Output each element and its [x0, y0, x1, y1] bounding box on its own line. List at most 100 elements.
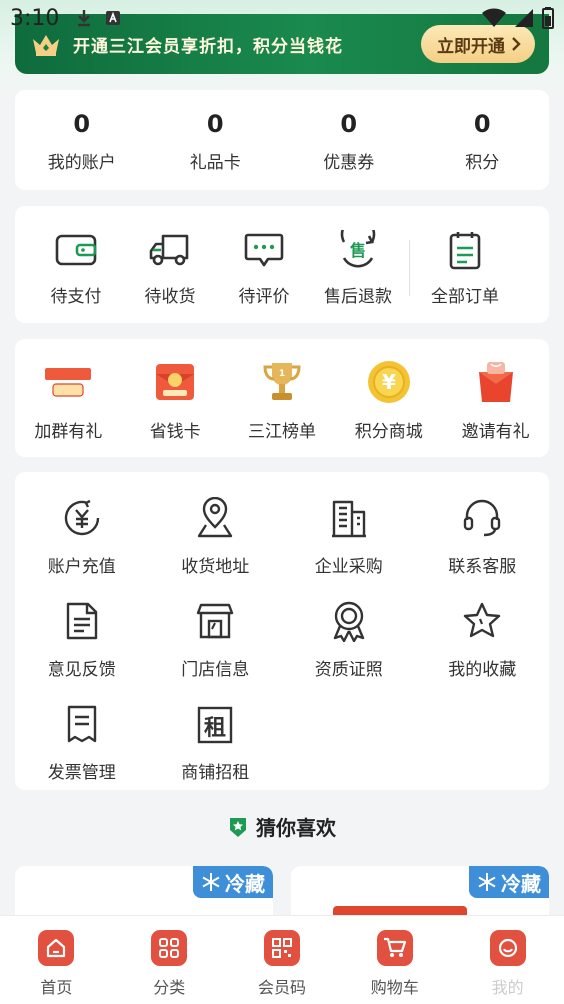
cold-storage-tag: 冷藏: [193, 866, 273, 898]
shield-star-icon: [230, 817, 246, 837]
group-gift-icon: [43, 357, 93, 407]
service-recharge[interactable]: 账户充值: [15, 496, 149, 577]
stat-value: 0: [340, 110, 358, 138]
service-qualification[interactable]: 资质证照: [282, 599, 416, 680]
tab-category[interactable]: 分类: [113, 930, 226, 1004]
rent-icon: 租: [193, 702, 237, 746]
order-pending-receipt[interactable]: 待收货: [123, 228, 217, 307]
order-label: 待支付: [50, 287, 102, 307]
truck-icon: [148, 228, 192, 272]
stat-label: 礼品卡: [189, 153, 241, 173]
svg-text:¥: ¥: [382, 370, 396, 394]
stat-gift-card[interactable]: 0 礼品卡: [149, 90, 283, 190]
tab-member-code[interactable]: 会员码: [226, 930, 339, 1004]
cold-storage-tag: 冷藏: [469, 866, 549, 898]
store-icon: [193, 599, 237, 643]
stat-label: 积分: [465, 153, 500, 173]
service-label: 企业采购: [314, 557, 383, 577]
star-icon: [460, 599, 504, 643]
cart-icon: [376, 930, 413, 966]
services-card: 账户充值 收货地址 企业采购 联系客服 意见反馈 门店信息 资质证照 我的收藏 …: [15, 472, 549, 790]
svg-text:售: 售: [350, 241, 366, 260]
red-envelope-icon: [150, 357, 200, 407]
account-stats-card: 0 我的账户 0 礼品卡 0 优惠券 0 积分: [15, 90, 549, 190]
tab-home[interactable]: 首页: [0, 930, 113, 1004]
app-notification-icon: [106, 11, 121, 25]
stat-label: 我的账户: [47, 153, 116, 173]
promo-label: 邀请有礼: [461, 422, 530, 442]
tab-cart[interactable]: 购物车: [338, 930, 451, 1004]
service-label: 意见反馈: [47, 660, 116, 680]
order-label: 全部订单: [431, 287, 499, 307]
snowflake-icon: [202, 873, 220, 891]
promo-ranking[interactable]: 1 三江榜单: [229, 357, 336, 457]
download-icon: [78, 10, 91, 27]
headset-icon: [460, 496, 504, 540]
service-label: 商铺招租: [181, 763, 250, 783]
tab-label: 购物车: [370, 978, 419, 997]
receipt-icon: [60, 702, 104, 746]
trophy-icon: 1: [257, 357, 307, 407]
tab-label: 首页: [40, 978, 73, 997]
promo-label: 三江榜单: [247, 422, 316, 442]
bottom-tab-bar: 首页 分类 会员码 购物车 我的: [0, 915, 564, 1004]
divider: [409, 240, 410, 296]
rent-icon-text: 租: [204, 716, 226, 741]
stat-account[interactable]: 0 我的账户: [15, 90, 149, 190]
service-address[interactable]: 收货地址: [149, 496, 283, 577]
tab-label: 我的: [491, 978, 524, 997]
gift-bag-icon: [471, 357, 521, 407]
service-label: 资质证照: [314, 660, 383, 680]
stat-value: 0: [473, 110, 491, 138]
chevron-right-icon: [512, 37, 521, 51]
badge-icon: [327, 599, 371, 643]
tab-label: 会员码: [257, 978, 306, 997]
promo-invite[interactable]: 邀请有礼: [442, 357, 549, 457]
category-icon: [151, 930, 188, 966]
service-feedback[interactable]: 意见反馈: [15, 599, 149, 680]
building-icon: [327, 496, 371, 540]
guess-title-text: 猜你喜欢: [256, 816, 336, 840]
signal-icon: [515, 9, 533, 27]
stat-label: 优惠券: [323, 153, 375, 173]
order-pending-review[interactable]: 待评价: [217, 228, 311, 307]
service-enterprise-purchase[interactable]: 企业采购: [282, 496, 416, 577]
location-icon: [193, 496, 237, 540]
cold-tag-text: 冷藏: [501, 871, 541, 896]
order-after-sale[interactable]: 售 售后退款: [311, 228, 405, 307]
promo-label: 积分商城: [354, 422, 423, 442]
promo-label: 加群有礼: [34, 422, 103, 442]
service-contact[interactable]: 联系客服: [416, 496, 550, 577]
promo-points-mall[interactable]: ¥ 积分商城: [335, 357, 442, 457]
promo-group-gift[interactable]: 加群有礼: [15, 357, 122, 457]
promo-saving-card[interactable]: 省钱卡: [122, 357, 229, 457]
service-favorites[interactable]: 我的收藏: [416, 599, 550, 680]
battery-icon: [542, 7, 554, 29]
yuan-recharge-icon: [60, 496, 104, 540]
guess-you-like-title: 猜你喜欢: [0, 812, 564, 841]
promo-label: 省钱卡: [149, 422, 201, 442]
status-bar: 3:10: [0, 0, 564, 36]
service-label: 我的收藏: [448, 660, 517, 680]
order-all[interactable]: 全部订单: [418, 228, 512, 307]
cold-tag-text: 冷藏: [225, 871, 265, 896]
order-label: 待收货: [144, 287, 196, 307]
tab-label: 分类: [153, 978, 186, 997]
stat-value: 0: [206, 110, 224, 138]
order-pending-payment[interactable]: 待支付: [29, 228, 123, 307]
svg-text:1: 1: [279, 369, 285, 379]
snowflake-icon: [478, 873, 496, 891]
service-label: 账户充值: [47, 557, 116, 577]
promo-card: 加群有礼 省钱卡 1 三江榜单 ¥ 积分商城 邀请有礼: [15, 339, 549, 457]
service-label: 联系客服: [448, 557, 517, 577]
document-icon: [60, 599, 104, 643]
service-shop-rental[interactable]: 租 商铺招租: [149, 702, 283, 783]
qrcode-icon: [263, 930, 300, 966]
stat-coupons[interactable]: 0 优惠券: [282, 90, 416, 190]
tab-mine[interactable]: 我的: [451, 930, 564, 1004]
service-invoice[interactable]: 发票管理: [15, 702, 149, 783]
orders-card: 待支付 待收货 待评价 售 售后退款 全部订单: [15, 206, 549, 323]
stat-points[interactable]: 0 积分: [416, 90, 550, 190]
order-label: 售后退款: [324, 287, 392, 307]
service-store-info[interactable]: 门店信息: [149, 599, 283, 680]
